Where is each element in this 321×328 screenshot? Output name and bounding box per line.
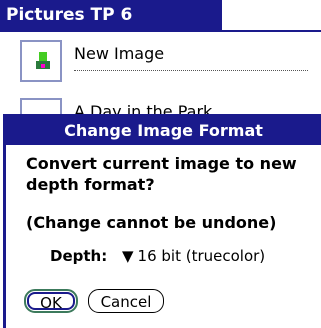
depth-value: 16 bit (truecolor) <box>137 247 266 265</box>
image-thumbnail <box>20 40 62 82</box>
depth-picker[interactable]: ▼ 16 bit (truecolor) <box>112 247 265 265</box>
title-divider <box>0 30 321 32</box>
depth-row: Depth: ▼ 16 bit (truecolor) <box>50 247 265 265</box>
item-name: New Image <box>74 44 165 63</box>
image-icon <box>36 52 50 69</box>
dialog-title: Change Image Format <box>6 117 321 145</box>
list-item[interactable]: New Image <box>16 34 316 94</box>
item-divider <box>74 70 308 71</box>
ok-button[interactable]: OK <box>24 289 78 313</box>
depth-label: Depth: <box>50 247 108 265</box>
dialog-warning: (Change cannot be undone) <box>26 213 277 232</box>
app-title: Pictures TP 6 <box>0 0 222 30</box>
dropdown-arrow-icon: ▼ <box>122 247 134 265</box>
change-format-dialog: Change Image Format Convert current imag… <box>3 114 321 328</box>
cancel-button[interactable]: Cancel <box>88 289 164 313</box>
dialog-message: Convert current image to new depth forma… <box>26 154 297 194</box>
